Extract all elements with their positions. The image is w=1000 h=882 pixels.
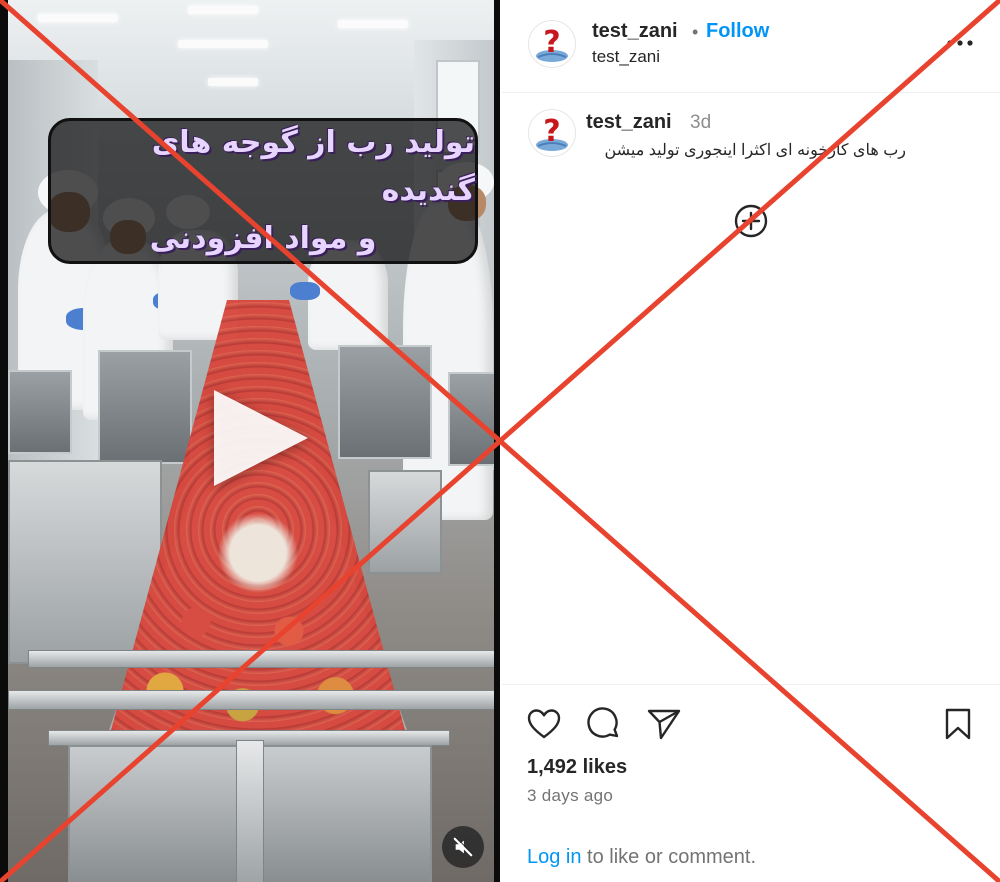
share-button[interactable] <box>646 706 682 742</box>
load-more-comments-button[interactable] <box>734 204 768 238</box>
svg-text:?: ? <box>543 114 560 149</box>
avatar[interactable]: ? <box>528 20 576 68</box>
svg-text:?: ? <box>543 25 560 60</box>
caption-avatar[interactable]: ? <box>528 109 576 157</box>
follow-button[interactable]: Follow <box>706 20 769 43</box>
plus-circle-icon <box>734 204 768 238</box>
speaker-muted-icon <box>453 837 473 857</box>
question-mark-avatar-icon: ? <box>536 114 568 151</box>
video-player[interactable]: تولید رب از گوجه های گندیده و مواد افزود… <box>0 0 500 882</box>
banner-line-2: و مواد افزودنی <box>149 221 377 256</box>
divider <box>502 684 1000 685</box>
header-subtitle: test_zani <box>592 47 661 66</box>
comment-icon <box>587 707 619 738</box>
bookmark-icon <box>945 708 971 740</box>
send-icon <box>647 709 681 740</box>
header-separator: • <box>692 22 699 42</box>
caption-username[interactable]: test_zani <box>586 111 672 134</box>
post-header: ? test_zani • Follow test_zani <box>502 0 1000 93</box>
caption-text: رب های کارخونه ای اکثرا اینجوری تولید می… <box>604 142 906 159</box>
login-link[interactable]: Log in <box>527 846 582 868</box>
heart-icon <box>527 709 561 739</box>
post-date[interactable]: 3 days ago <box>527 786 613 806</box>
video-text-banner: تولید رب از گوجه های گندیده و مواد افزود… <box>48 118 478 264</box>
like-button[interactable] <box>526 706 562 742</box>
more-horizontal-icon <box>947 40 973 46</box>
login-prompt: Log in to like or comment. <box>527 846 756 869</box>
header-username[interactable]: test_zani <box>592 20 678 43</box>
play-icon[interactable] <box>214 390 308 486</box>
question-mark-avatar-icon: ? <box>536 25 568 62</box>
more-options-button[interactable] <box>946 30 974 56</box>
comment-button[interactable] <box>586 706 622 742</box>
video-frame: تولید رب از گوجه های گندیده و مواد افزود… <box>8 0 494 882</box>
caption-time[interactable]: 3d <box>690 112 711 134</box>
banner-line-1: تولید رب از گوجه های گندیده <box>151 125 475 208</box>
login-prompt-text: to like or comment. <box>581 846 757 868</box>
likes-count[interactable]: 1,492 likes <box>527 756 627 779</box>
save-button[interactable] <box>940 706 976 742</box>
mute-button[interactable] <box>442 826 484 868</box>
